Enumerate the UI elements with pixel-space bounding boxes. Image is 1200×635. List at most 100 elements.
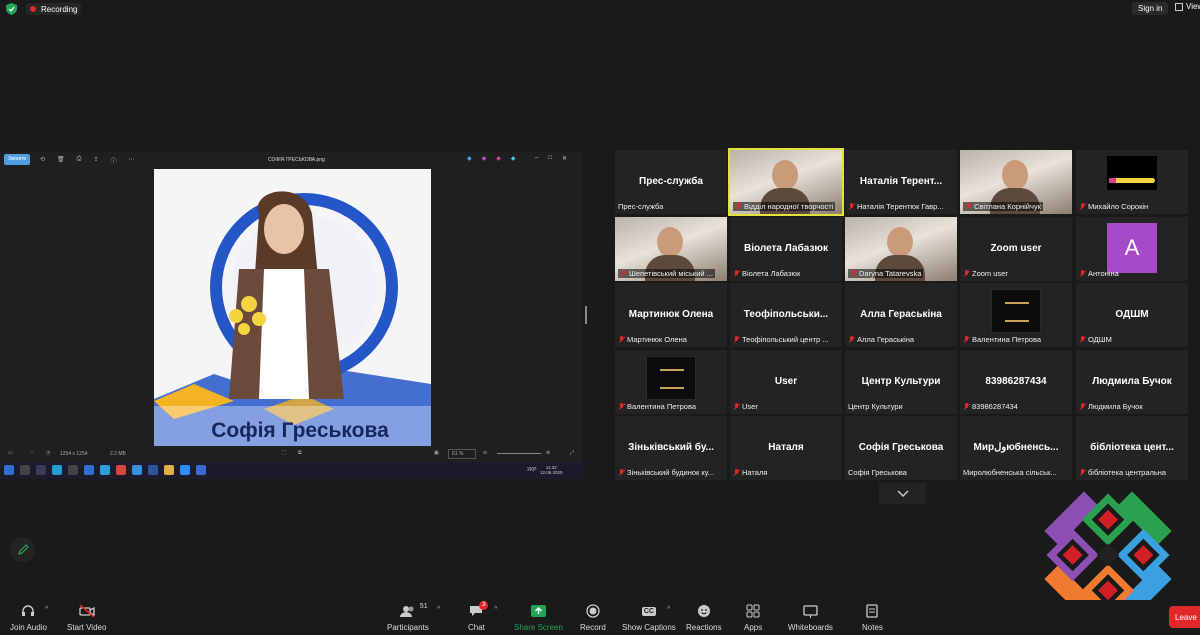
- taskview-icon[interactable]: [36, 465, 46, 475]
- store-icon[interactable]: [68, 465, 78, 475]
- mail-icon[interactable]: [84, 465, 94, 475]
- start-video-button[interactable]: Start Video: [67, 604, 106, 632]
- sign-in-button[interactable]: Sign in: [1132, 2, 1169, 15]
- participant-tile[interactable]: Прес-служба Прес-служба: [615, 150, 727, 214]
- participant-tile[interactable]: Михайло Сорокін: [1076, 150, 1188, 214]
- notes-button[interactable]: Notes: [862, 604, 883, 632]
- participant-tile[interactable]: бібліотека цент... бібліотека центральна: [1076, 416, 1188, 480]
- start-icon[interactable]: [4, 465, 14, 475]
- zoom-slider[interactable]: [497, 453, 541, 454]
- print-icon[interactable]: ⎙: [77, 156, 82, 165]
- mic-muted-icon: [1079, 336, 1086, 343]
- participant-tile[interactable]: Відділ народної творчості: [728, 148, 844, 216]
- compare-icon[interactable]: ⧉: [298, 450, 302, 456]
- more-participants-button[interactable]: [879, 483, 926, 504]
- app-icon-3[interactable]: ◆: [496, 155, 501, 162]
- logo-mark: [1005, 302, 1029, 322]
- participant-tile[interactable]: Наталія Терент... Наталія Терентюк Гавр..…: [845, 150, 957, 214]
- chat-caret-icon[interactable]: ^: [494, 606, 497, 613]
- record-label: Record: [580, 623, 606, 632]
- app-icon-1[interactable]: ◆: [467, 155, 472, 162]
- participant-tile[interactable]: Мирولюбненсь... Миролюбненська сільськ...: [960, 416, 1072, 480]
- participant-label-text: Валентина Петрова: [627, 402, 697, 411]
- app-icon-2[interactable]: ◆: [482, 155, 487, 162]
- taskbar-clock[interactable]: 11:32 12.06.2025: [540, 465, 563, 475]
- participant-tile[interactable]: ОДШМ ОДШМ: [1076, 283, 1188, 347]
- participant-tile[interactable]: Валентина Петрова: [960, 283, 1072, 347]
- browser-icon[interactable]: [132, 465, 142, 475]
- heart-icon[interactable]: ♡: [30, 450, 34, 456]
- participant-label-text: Daryna Tatarevska: [859, 269, 922, 278]
- telegram-icon[interactable]: [100, 465, 110, 475]
- photos-icon[interactable]: [196, 465, 206, 475]
- avatar: [1107, 156, 1157, 190]
- annotate-button[interactable]: [10, 537, 35, 562]
- participant-tile[interactable]: Мартинюк Олена Мартинюк Олена: [615, 283, 727, 347]
- fullscreen-icon[interactable]: ⤢: [570, 450, 574, 456]
- show-captions-label: Show Captions: [622, 623, 676, 632]
- chrome-icon[interactable]: [116, 465, 126, 475]
- minimize-icon[interactable]: –: [535, 155, 538, 162]
- zoom-in-icon[interactable]: ⊕: [546, 450, 550, 456]
- view-button[interactable]: View: [1175, 2, 1200, 11]
- participant-label: Мартинюк Олена: [618, 335, 687, 344]
- start-video-label: Start Video: [67, 623, 107, 632]
- record-icon: [585, 604, 601, 618]
- participants-caret-icon[interactable]: ^: [437, 606, 440, 613]
- leave-button[interactable]: Leave: [1169, 606, 1200, 628]
- maximize-icon[interactable]: □: [548, 155, 552, 162]
- participant-tile[interactable]: Софія Греськова Софія Греськова: [845, 416, 957, 480]
- reactions-button[interactable]: Reactions: [686, 604, 722, 632]
- filmstrip-icon[interactable]: ▭: [8, 450, 13, 456]
- word-icon[interactable]: [148, 465, 158, 475]
- share-icon[interactable]: ⇪: [93, 156, 98, 165]
- app-icon-4[interactable]: ◆: [511, 155, 516, 162]
- more-icon[interactable]: ⋯: [129, 156, 135, 165]
- participant-tile[interactable]: User User: [730, 350, 842, 414]
- info-icon[interactable]: ⓘ: [111, 156, 117, 165]
- participant-tile[interactable]: Теофіпольськи... Теофіпольський центр ...: [730, 283, 842, 347]
- shield-icon[interactable]: [6, 3, 17, 15]
- participant-tile[interactable]: Валентина Петрова: [615, 350, 727, 414]
- zoom-fit-icon[interactable]: ⛶: [282, 450, 286, 456]
- participant-tile[interactable]: Zoom user Zoom user: [960, 217, 1072, 281]
- participant-tile[interactable]: Зіньківський бу... Зіньківський будинок к…: [615, 416, 727, 480]
- folder-icon[interactable]: [164, 465, 174, 475]
- captions-caret-icon[interactable]: ^: [667, 606, 670, 613]
- record-button[interactable]: Record: [580, 604, 606, 632]
- video-off-icon: [79, 604, 95, 618]
- participant-tile[interactable]: A Антоніна: [1076, 217, 1188, 281]
- zoom-mode-icon[interactable]: ▣: [434, 450, 439, 456]
- participant-tile[interactable]: Центр Культури Центр Культури: [845, 350, 957, 414]
- participant-tile[interactable]: 83986287434 83986287434: [960, 350, 1072, 414]
- share-screen-button[interactable]: Share Screen: [514, 604, 563, 632]
- delete-icon[interactable]: 🗑: [57, 156, 65, 165]
- poster-art: Софія Греськова: [154, 169, 431, 446]
- apps-button[interactable]: Apps: [744, 604, 762, 632]
- chat-button[interactable]: 3 Chat: [468, 601, 489, 632]
- language-indicator[interactable]: УКР: [527, 467, 536, 473]
- participants-button[interactable]: 51 Participants: [387, 603, 429, 632]
- join-audio-button[interactable]: Join Audio: [10, 604, 47, 632]
- participant-tile[interactable]: Daryna Tatarevska: [845, 217, 957, 281]
- participant-tile[interactable]: Віолета Лабазюк Віолета Лабазюк: [730, 217, 842, 281]
- whiteboards-button[interactable]: Whiteboards: [788, 604, 833, 632]
- zoom-level[interactable]: 61 %: [448, 449, 476, 459]
- zoom-out-icon[interactable]: ⊖: [483, 450, 487, 456]
- participant-tile[interactable]: Людмила Бучок Людмила Бучок: [1076, 350, 1188, 414]
- participants-icon: 51: [399, 603, 428, 618]
- participant-label-text: User: [742, 402, 758, 411]
- audio-options-caret-icon[interactable]: ^: [45, 606, 48, 613]
- rotate-icon[interactable]: ⟲: [40, 156, 45, 165]
- search-icon[interactable]: [20, 465, 30, 475]
- participant-tile[interactable]: Наталя Наталя: [730, 416, 842, 480]
- zoom-app-icon[interactable]: [180, 465, 190, 475]
- recording-indicator[interactable]: Recording: [26, 3, 82, 15]
- participant-tile[interactable]: Шепетівський міський ...: [615, 217, 727, 281]
- edit-button[interactable]: Змінити: [4, 154, 31, 165]
- split-divider[interactable]: [585, 306, 587, 324]
- participant-tile[interactable]: Алла Гераськіна Алла Гераськіна: [845, 283, 957, 347]
- close-icon[interactable]: ✕: [562, 155, 567, 162]
- edge-icon[interactable]: [52, 465, 62, 475]
- participant-tile[interactable]: Світлана Корнійчук: [960, 150, 1072, 214]
